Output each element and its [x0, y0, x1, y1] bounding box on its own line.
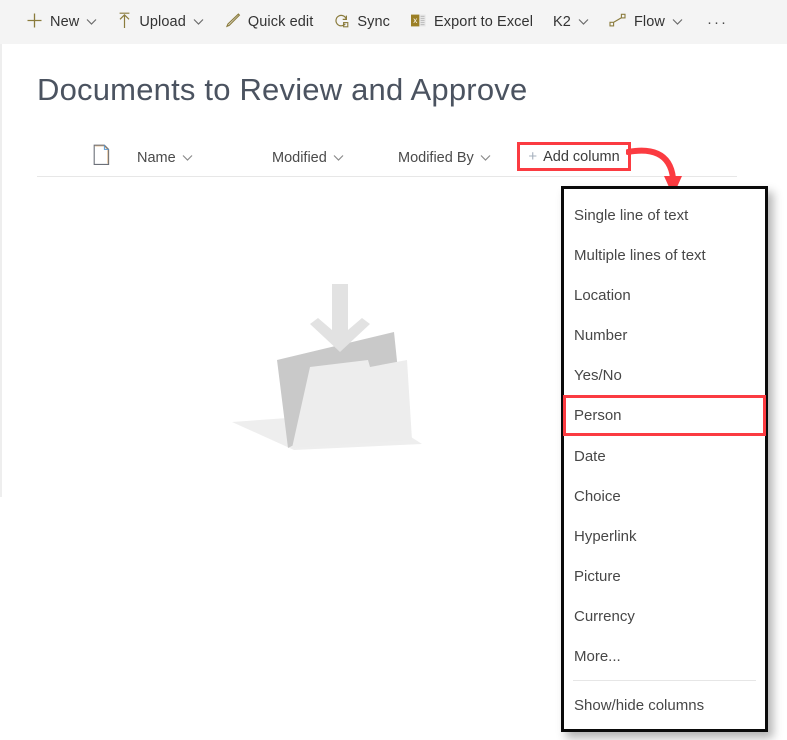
menu-item-person[interactable]: Person	[563, 395, 766, 436]
chevron-down-icon	[193, 13, 204, 31]
column-header-modified-by[interactable]: Modified By	[398, 139, 491, 177]
column-header-divider	[37, 176, 737, 177]
menu-item-label: Number	[574, 327, 627, 344]
spacer	[313, 22, 333, 23]
command-sync[interactable]: Sync	[333, 0, 390, 44]
chevron-down-icon	[578, 13, 589, 31]
menu-item-label: Choice	[574, 488, 621, 505]
menu-item-hyperlink[interactable]: Hyperlink	[564, 516, 765, 556]
spacer	[533, 22, 553, 23]
ellipsis-icon: ···	[707, 14, 728, 31]
plus-icon: +	[528, 149, 537, 164]
sync-icon	[333, 12, 350, 33]
menu-item-label: Location	[574, 287, 631, 304]
menu-item-single-line-of-text[interactable]: Single line of text	[564, 195, 765, 235]
command-bar: New Upload Quick edit	[0, 0, 787, 44]
menu-item-show-hide-columns[interactable]: Show/hide columns	[564, 685, 765, 725]
menu-item-currency[interactable]: Currency	[564, 596, 765, 636]
add-column-type-menu: Single line of text Multiple lines of te…	[561, 186, 768, 732]
menu-divider	[573, 680, 756, 681]
menu-item-more[interactable]: More...	[564, 636, 765, 676]
menu-item-multiple-lines-of-text[interactable]: Multiple lines of text	[564, 235, 765, 275]
column-header-modified[interactable]: Modified	[272, 139, 344, 177]
menu-item-label: Yes/No	[574, 367, 622, 384]
command-export-to-excel[interactable]: x Export to Excel	[410, 0, 533, 44]
plus-icon	[26, 12, 43, 33]
menu-item-label: Hyperlink	[574, 528, 637, 545]
command-upload[interactable]: Upload	[117, 0, 204, 44]
menu-item-number[interactable]: Number	[564, 315, 765, 355]
menu-item-label: Date	[574, 448, 606, 465]
command-flow[interactable]: Flow	[609, 0, 683, 44]
page-left-rail	[0, 44, 2, 497]
spacer	[390, 22, 410, 23]
command-export-to-excel-label: Export to Excel	[434, 14, 533, 30]
command-sync-label: Sync	[357, 14, 390, 30]
menu-item-label: Picture	[574, 568, 621, 585]
menu-item-label: More...	[574, 648, 621, 665]
menu-item-label: Currency	[574, 608, 635, 625]
svg-text:x: x	[413, 16, 417, 25]
upload-arrow-icon	[117, 12, 132, 33]
chevron-down-icon[interactable]	[480, 150, 491, 166]
menu-item-location[interactable]: Location	[564, 275, 765, 315]
menu-item-label: Single line of text	[574, 207, 688, 224]
pencil-icon	[224, 12, 241, 33]
column-header-modified-by-label: Modified By	[398, 150, 474, 166]
page-title: Documents to Review and Approve	[37, 72, 527, 108]
command-flow-label: Flow	[634, 14, 665, 30]
excel-icon: x	[410, 12, 427, 33]
command-k2[interactable]: K2	[553, 0, 589, 44]
command-upload-label: Upload	[139, 14, 186, 30]
chevron-down-icon[interactable]	[333, 150, 344, 166]
chevron-down-icon	[672, 13, 683, 31]
command-overflow-menu[interactable]: ···	[703, 0, 728, 44]
spacer	[683, 22, 703, 23]
chevron-down-icon	[86, 13, 97, 31]
command-k2-label: K2	[553, 14, 571, 30]
menu-item-picture[interactable]: Picture	[564, 556, 765, 596]
menu-item-label: Multiple lines of text	[574, 247, 706, 264]
menu-item-yes-no[interactable]: Yes/No	[564, 355, 765, 395]
command-quick-edit[interactable]: Quick edit	[224, 0, 313, 44]
flow-icon	[609, 13, 627, 32]
command-new[interactable]: New	[26, 0, 97, 44]
column-header-modified-label: Modified	[272, 150, 327, 166]
empty-state-folder-illustration	[222, 262, 454, 454]
spacer	[589, 22, 609, 23]
command-quick-edit-label: Quick edit	[248, 14, 313, 30]
column-header-name[interactable]: Name	[137, 139, 193, 177]
menu-item-choice[interactable]: Choice	[564, 476, 765, 516]
spacer	[204, 22, 224, 23]
menu-item-date[interactable]: Date	[564, 436, 765, 476]
add-column-label: Add column	[543, 149, 620, 165]
menu-item-label: Person	[574, 407, 622, 424]
menu-item-label: Show/hide columns	[574, 697, 704, 714]
column-header-name-label: Name	[137, 150, 176, 166]
chevron-down-icon[interactable]	[182, 150, 193, 166]
command-new-label: New	[50, 14, 79, 30]
spacer	[97, 22, 117, 23]
add-column-button[interactable]: + Add column	[517, 142, 631, 171]
